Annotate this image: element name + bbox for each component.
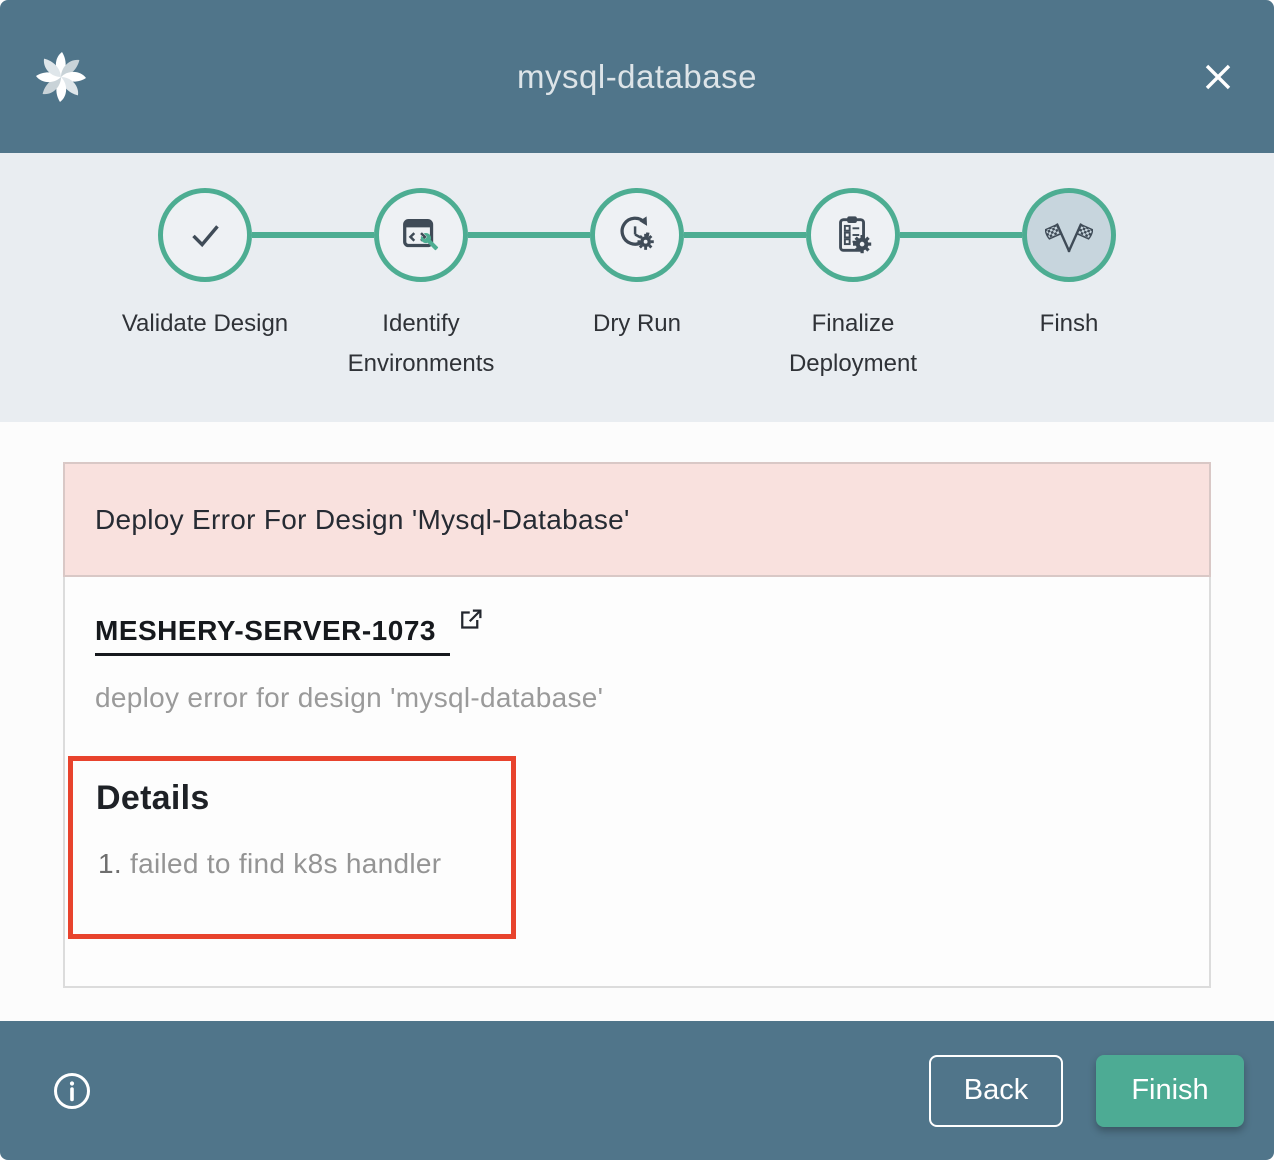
error-description: deploy error for design 'mysql-database' bbox=[95, 682, 1179, 714]
step-finish: Finsh bbox=[961, 188, 1177, 384]
error-panel-title: Deploy Error For Design 'Mysql-Database' bbox=[95, 504, 630, 536]
details-heading: Details bbox=[96, 779, 501, 818]
error-panel-header: Deploy Error For Design 'Mysql-Database' bbox=[63, 462, 1211, 577]
step-circle bbox=[590, 188, 684, 282]
details-item: failed to find k8s handler bbox=[98, 848, 501, 880]
details-list: failed to find k8s handler bbox=[96, 848, 501, 880]
sync-gear-icon bbox=[614, 212, 660, 258]
finish-button[interactable]: Finish bbox=[1096, 1055, 1244, 1127]
info-button[interactable] bbox=[48, 1067, 96, 1115]
step-label: Validate Design bbox=[122, 304, 288, 344]
step-circle bbox=[806, 188, 900, 282]
check-icon bbox=[182, 212, 228, 258]
back-button[interactable]: Back bbox=[929, 1055, 1063, 1127]
error-code-link[interactable]: MESHERY-SERVER-1073 bbox=[95, 615, 450, 656]
step-finalize-deployment: Finalize Deployment bbox=[745, 188, 961, 384]
clipboard-gear-icon bbox=[830, 212, 876, 258]
step-dry-run: Dry Run bbox=[529, 188, 745, 384]
step-circle bbox=[374, 188, 468, 282]
modal-header: mysql-database bbox=[0, 0, 1274, 153]
step-circle bbox=[1022, 188, 1116, 282]
step-identify-environments: Identify Environments bbox=[313, 188, 529, 384]
close-button[interactable] bbox=[1196, 55, 1240, 99]
error-panel-body: MESHERY-SERVER-1073 deploy error for des… bbox=[63, 577, 1211, 988]
close-icon bbox=[1198, 57, 1238, 97]
step-label: Dry Run bbox=[593, 304, 681, 344]
deployment-stepper: Validate Design Identify Environments bbox=[0, 153, 1274, 422]
modal-content: Deploy Error For Design 'Mysql-Database'… bbox=[0, 422, 1274, 1021]
deploy-wizard-modal: mysql-database bbox=[0, 0, 1274, 1160]
step-circle bbox=[158, 188, 252, 282]
code-window-wrench-icon bbox=[398, 212, 444, 258]
error-details-box: Details failed to find k8s handler bbox=[68, 756, 516, 939]
modal-footer: Back Finish bbox=[0, 1021, 1274, 1160]
step-validate-design: Validate Design bbox=[97, 188, 313, 384]
finish-flags-icon bbox=[1045, 211, 1093, 259]
step-label: Finalize Deployment bbox=[768, 304, 938, 384]
info-icon bbox=[50, 1069, 94, 1113]
modal-title: mysql-database bbox=[0, 58, 1274, 96]
external-link-icon[interactable] bbox=[456, 605, 486, 635]
step-label: Finsh bbox=[1040, 304, 1099, 344]
step-label: Identify Environments bbox=[336, 304, 506, 384]
